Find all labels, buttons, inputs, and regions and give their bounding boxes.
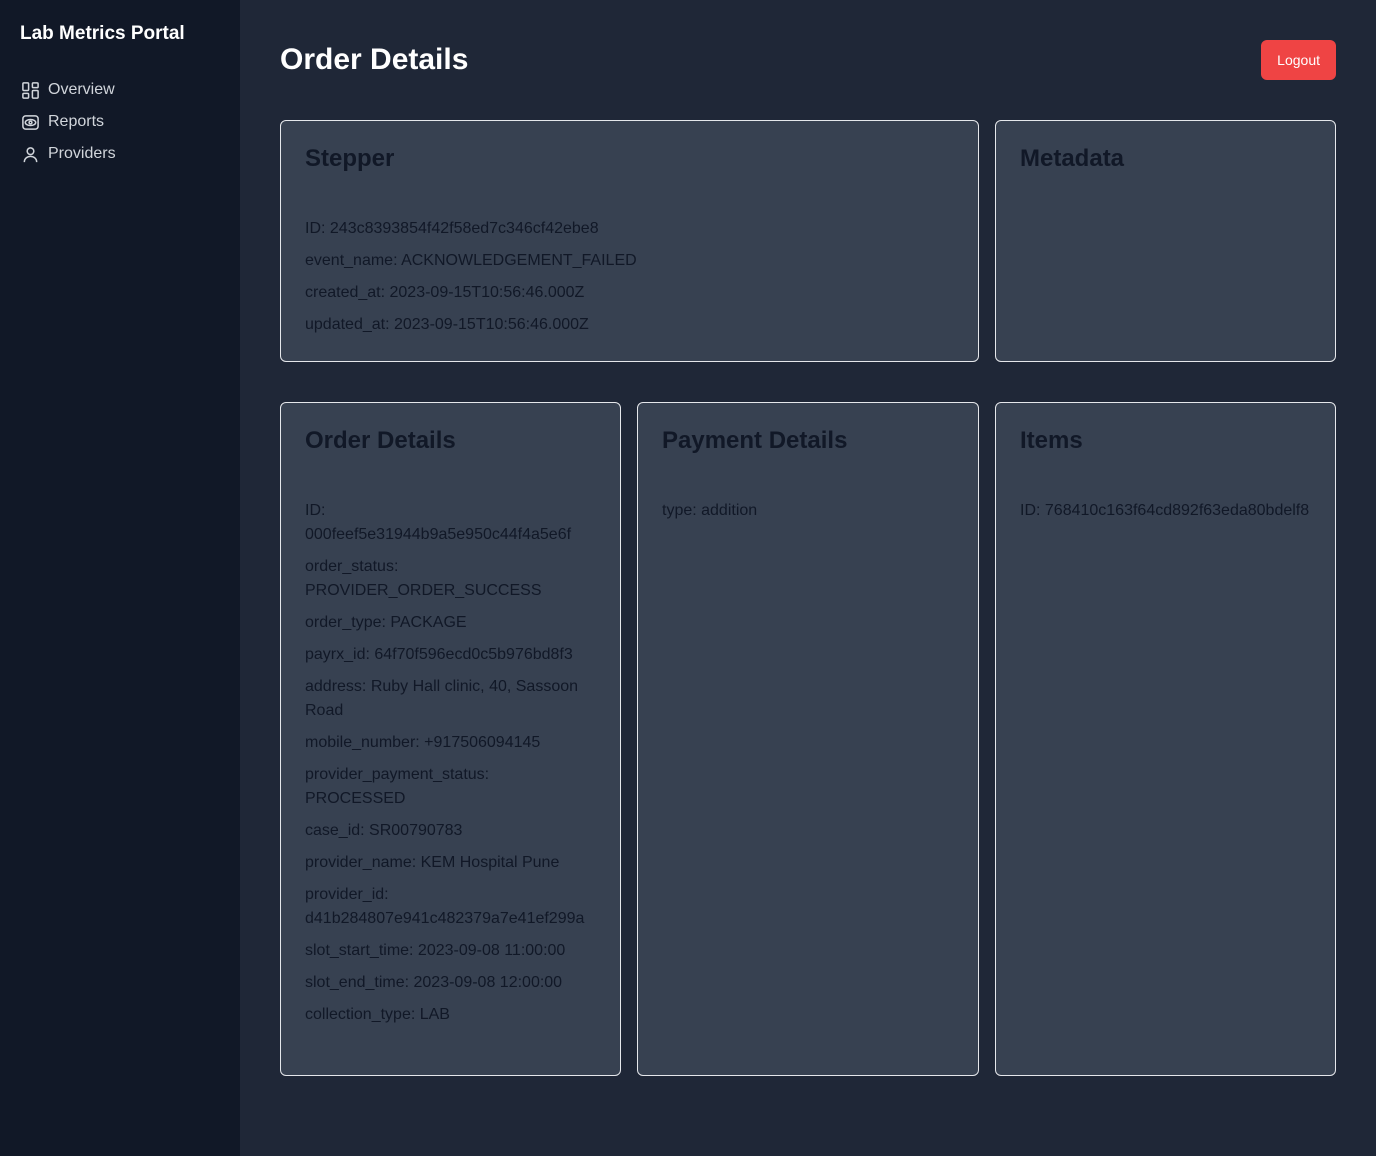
order-field: payrx_id: 64f70f596ecd0c5b976bd8f3: [305, 646, 573, 663]
order-field: slot_end_time: 2023-09-08 12:00:00: [305, 974, 563, 991]
sidebar-item-providers[interactable]: Providers: [20, 138, 220, 170]
order-field: collection_type: LAB: [305, 1006, 450, 1023]
order-field: order_status: PROVIDER_ORDER_SUCCESS: [305, 558, 542, 599]
sidebar-item-reports[interactable]: Reports: [20, 106, 220, 138]
items-card: Items ID: 768410c163f64cd892f63eda80bdel…: [995, 402, 1336, 1076]
user-icon: [20, 144, 40, 164]
order-field: slot_start_time: 2023-09-08 11:00:00: [305, 942, 566, 959]
page-header: Order Details Logout: [280, 40, 1336, 80]
app-title: Lab Metrics Portal: [20, 23, 185, 44]
card-title: Payment Details: [662, 427, 848, 454]
order-field: ID: 000feef5e31944b9a5e950c44f4a5e6f: [305, 502, 572, 543]
sidebar-item-label: Providers: [48, 145, 116, 162]
stepper-field: ID: 243c8393854f42f58ed7c346cf42ebe8: [305, 220, 599, 237]
sidebar: Lab Metrics Portal Overview Reports Prov…: [0, 0, 240, 1156]
order-field: case_id: SR00790783: [305, 822, 463, 839]
order-field: mobile_number: +917506094145: [305, 734, 541, 751]
item-field: ID: 768410c163f64cd892f63eda80bdelf8: [1020, 502, 1310, 519]
order-details-card: Order Details ID: 000feef5e31944b9a5e950…: [280, 402, 621, 1076]
eye-icon: [20, 112, 40, 132]
stepper-field: event_name: ACKNOWLEDGEMENT_FAILED: [305, 252, 637, 269]
main-content: Order Details Logout Stepper ID: 243c839…: [240, 0, 1376, 1156]
card-title: Metadata: [1020, 145, 1125, 172]
card-title: Stepper: [305, 145, 395, 172]
top-row: Stepper ID: 243c8393854f42f58ed7c346cf42…: [280, 120, 1336, 362]
payment-details-card: Payment Details type: addition: [637, 402, 979, 1076]
stepper-field: updated_at: 2023-09-15T10:56:46.000Z: [305, 316, 589, 333]
card-title: Order Details: [305, 427, 456, 454]
order-field: provider_id: d41b284807e941c482379a7e41e…: [305, 886, 585, 927]
logout-button[interactable]: Logout: [1261, 40, 1336, 80]
bottom-row: Order Details ID: 000feef5e31944b9a5e950…: [280, 402, 1336, 1076]
sidebar-item-overview[interactable]: Overview: [20, 74, 220, 106]
stepper-card: Stepper ID: 243c8393854f42f58ed7c346cf42…: [280, 120, 979, 362]
order-field: order_type: PACKAGE: [305, 614, 467, 631]
payment-field: type: addition: [662, 502, 758, 519]
metadata-card: Metadata: [995, 120, 1336, 362]
grid-icon: [20, 80, 40, 100]
sidebar-nav: Overview Reports Providers: [20, 74, 220, 170]
sidebar-item-label: Overview: [48, 81, 115, 98]
order-field: provider_name: KEM Hospital Pune: [305, 854, 560, 871]
order-field: provider_payment_status: PROCESSED: [305, 766, 490, 807]
app-root: Lab Metrics Portal Overview Reports Prov…: [0, 0, 1376, 1156]
stepper-field: created_at: 2023-09-15T10:56:46.000Z: [305, 284, 585, 301]
order-field: address: Ruby Hall clinic, 40, Sassoon R…: [305, 678, 579, 719]
card-title: Items: [1020, 427, 1083, 454]
sidebar-item-label: Reports: [48, 113, 105, 130]
page-title: Order Details: [280, 43, 469, 76]
